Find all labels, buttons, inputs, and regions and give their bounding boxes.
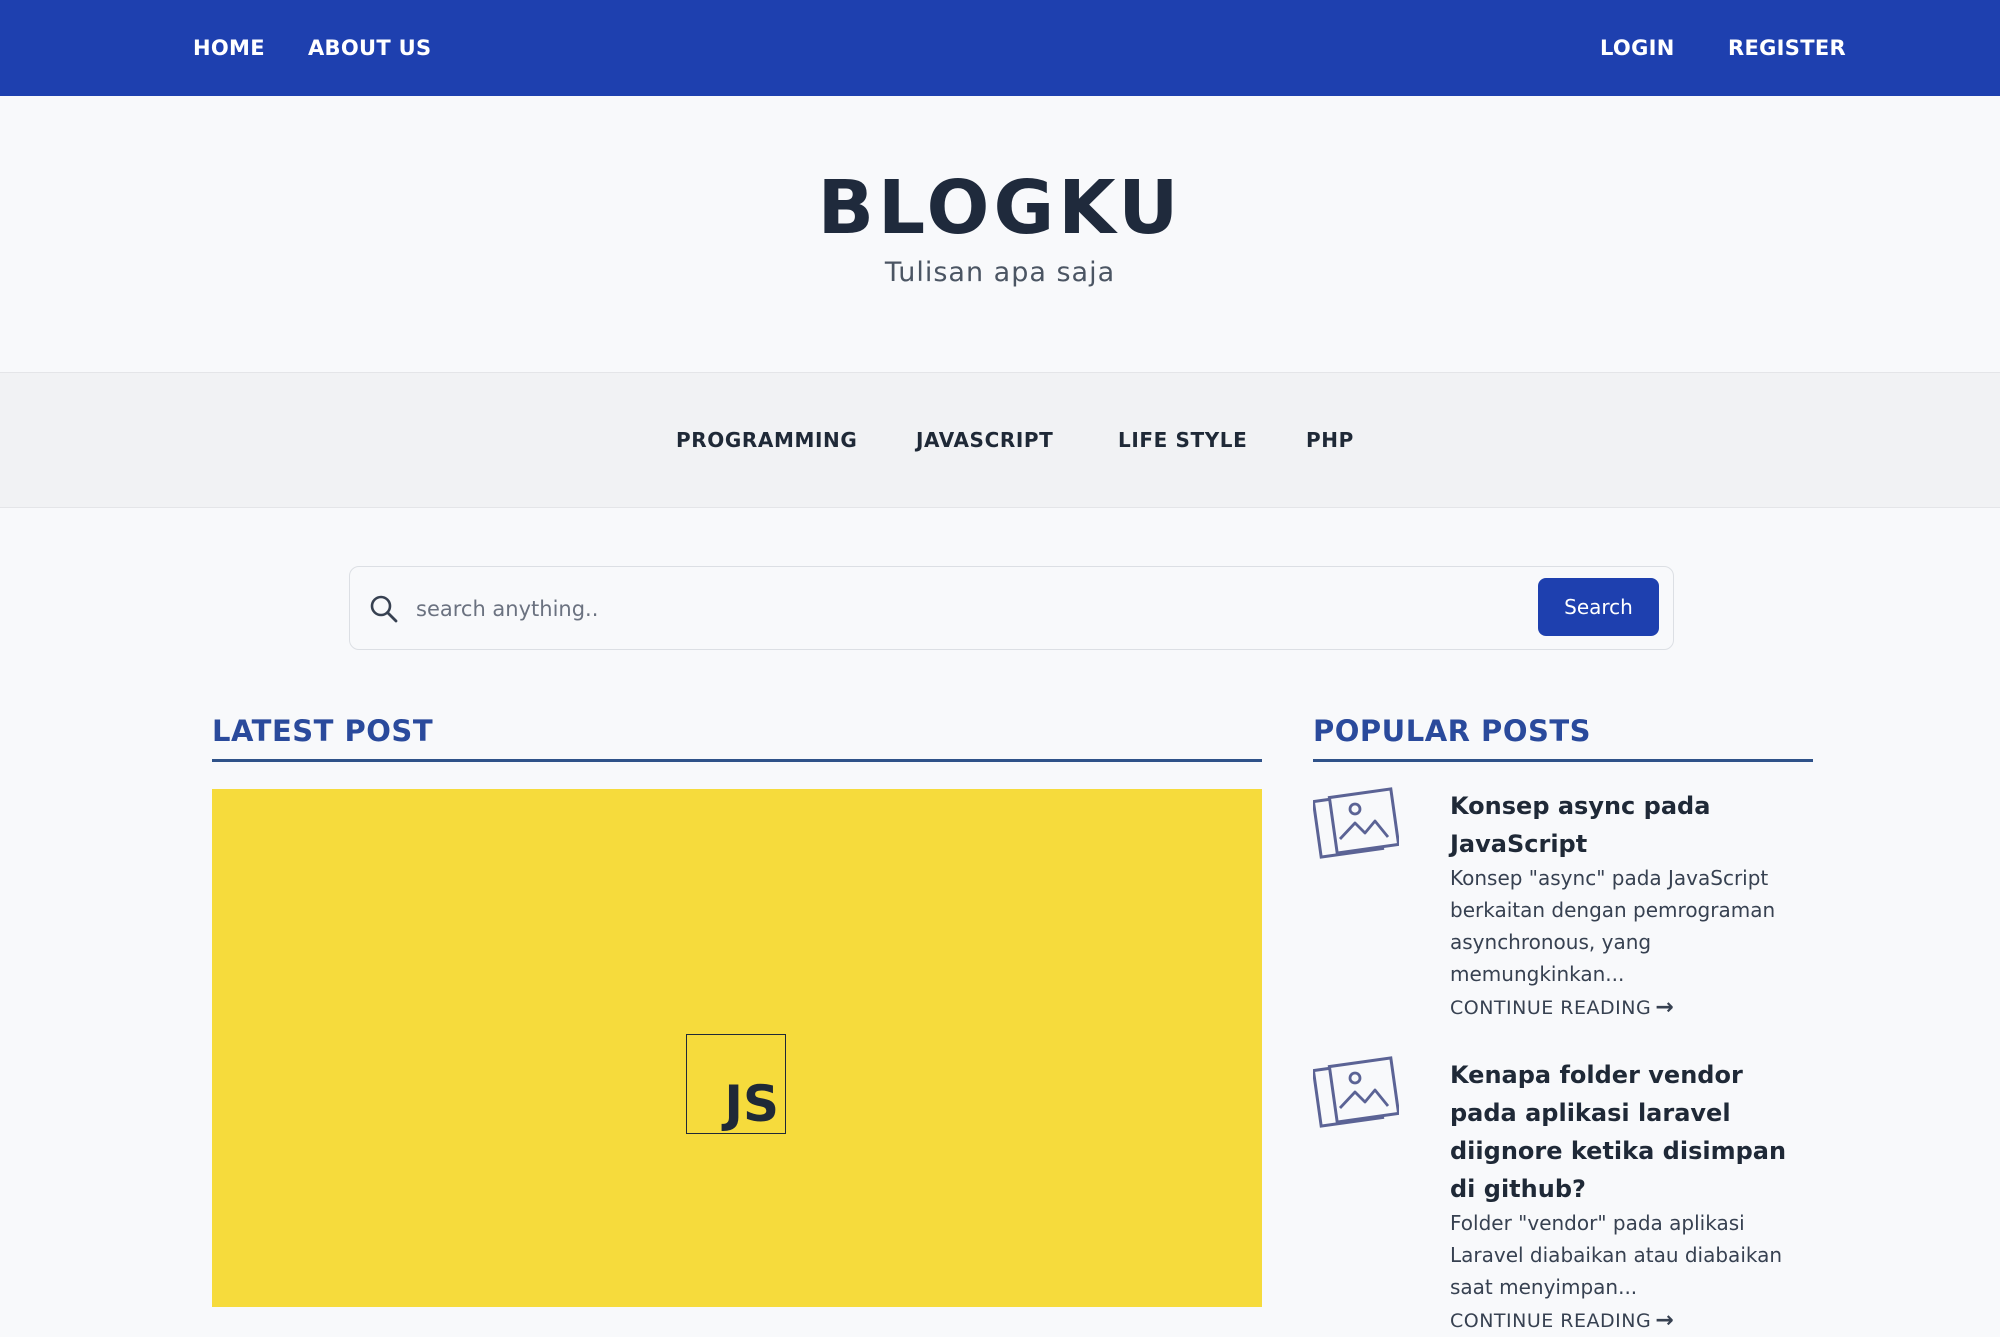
popular-posts-divider xyxy=(1313,759,1813,762)
latest-post-divider xyxy=(212,759,1262,762)
nav-login-link[interactable]: LOGIN xyxy=(1600,34,1675,62)
image-placeholder-icon[interactable] xyxy=(1313,787,1399,865)
nav-register-link[interactable]: REGISTER xyxy=(1728,34,1846,62)
arrow-right-icon: → xyxy=(1655,1308,1675,1333)
nav-about-link[interactable]: ABOUT US xyxy=(308,34,431,62)
search-button[interactable]: Search xyxy=(1538,578,1659,636)
javascript-logo-icon: JS xyxy=(686,1034,786,1134)
latest-post-image[interactable]: JS xyxy=(212,789,1262,1307)
nav-home-link[interactable]: HOME xyxy=(193,34,265,62)
image-placeholder-icon[interactable] xyxy=(1313,1056,1399,1134)
category-php[interactable]: PHP xyxy=(1306,427,1354,453)
search-icon xyxy=(370,595,398,623)
site-title[interactable]: BLOGKU xyxy=(0,166,2000,250)
popular-post-excerpt: Konsep "async" pada JavaScript berkaitan… xyxy=(1450,866,1776,986)
continue-reading-label: CONTINUE READING xyxy=(1450,1310,1652,1332)
category-programming[interactable]: PROGRAMMING xyxy=(676,427,857,453)
continue-reading-link[interactable]: CONTINUE READING → xyxy=(1450,1305,1674,1337)
popular-post-title[interactable]: Konsep async pada JavaScript xyxy=(1450,787,1810,863)
arrow-right-icon: → xyxy=(1655,995,1675,1020)
top-navbar: HOME ABOUT US LOGIN REGISTER xyxy=(0,0,2000,96)
category-nav: PROGRAMMING JAVASCRIPT LIFE STYLE PHP xyxy=(0,372,2000,508)
site-tagline: Tulisan apa saja xyxy=(884,257,1116,288)
popular-posts-heading: POPULAR POSTS xyxy=(1313,714,1592,748)
search-input[interactable] xyxy=(414,587,1478,631)
continue-reading-link[interactable]: CONTINUE READING → xyxy=(1450,992,1674,1024)
popular-post-title[interactable]: Kenapa folder vendor pada aplikasi larav… xyxy=(1450,1056,1810,1208)
category-javascript[interactable]: JAVASCRIPT xyxy=(916,427,1053,453)
site-header: BLOGKU Tulisan apa saja xyxy=(0,96,2000,372)
javascript-logo-text: JS xyxy=(724,1075,779,1133)
popular-post-excerpt: Folder "vendor" pada aplikasi Laravel di… xyxy=(1450,1211,1783,1299)
category-life-style[interactable]: LIFE STYLE xyxy=(1118,427,1247,453)
continue-reading-label: CONTINUE READING xyxy=(1450,997,1652,1019)
latest-post-heading: LATEST POST xyxy=(212,714,434,748)
search-bar: Search xyxy=(349,566,1674,650)
